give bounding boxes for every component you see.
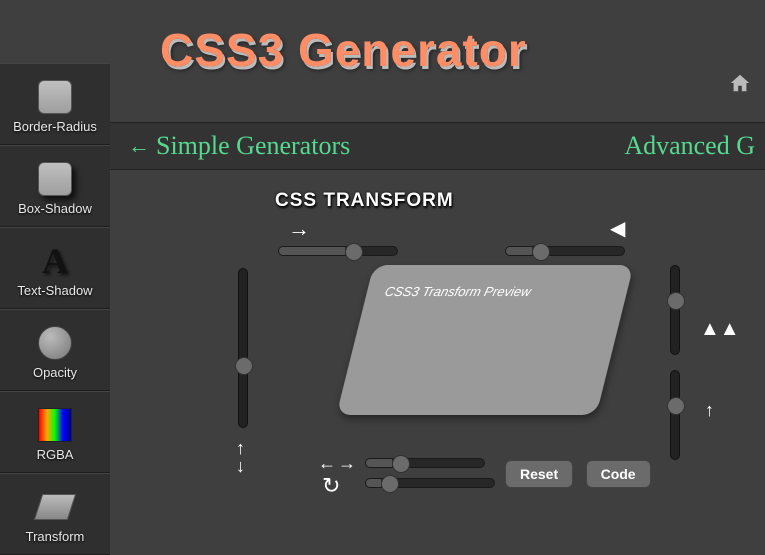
sidebar: Border-Radius Box-Shadow A Text-Shadow O… <box>0 63 110 555</box>
tool-opacity[interactable]: Opacity <box>0 309 110 391</box>
skew-x-slider[interactable] <box>505 246 625 256</box>
reset-button[interactable]: Reset <box>505 460 573 488</box>
arrow-up-icon-2: ↑ <box>705 400 714 421</box>
tool-box-shadow[interactable]: Box-Shadow <box>0 145 110 227</box>
tool-border-radius[interactable]: Border-Radius <box>0 63 110 145</box>
flip-vertical-icon: ▲▲ <box>700 318 740 341</box>
tool-label: RGBA <box>37 447 74 462</box>
translate-x-slider[interactable] <box>365 458 485 468</box>
tool-label: Opacity <box>33 365 77 380</box>
rgba-icon <box>38 408 72 442</box>
refresh-icon[interactable]: ↻ <box>322 473 340 499</box>
skew-y-slider[interactable] <box>670 265 680 355</box>
simple-generators-label: Simple Generators <box>156 131 350 161</box>
arrow-right-icon-2: → <box>338 453 356 474</box>
transform-preview: CSS3 Transform Preview <box>336 265 633 415</box>
rotate-slider[interactable] <box>278 246 398 256</box>
tool-transform[interactable]: Transform <box>0 473 110 555</box>
simple-generators-link[interactable]: ← Simple Generators <box>128 131 350 161</box>
section-title: CSS TRANSFORM <box>275 190 735 212</box>
arrow-down-icon: ↓ <box>236 456 245 477</box>
tool-label: Text-Shadow <box>17 283 92 298</box>
transform-icon <box>34 494 76 520</box>
arrow-left-icon: ← <box>128 133 150 159</box>
text-shadow-icon: A <box>42 240 68 282</box>
tool-label: Transform <box>26 529 85 544</box>
advanced-generators-link[interactable]: Advanced G <box>624 131 755 161</box>
scale-y-slider[interactable] <box>238 268 248 428</box>
preview-label: CSS3 Transform Preview <box>383 284 532 299</box>
arrow-left-icon-2: ← <box>318 453 336 474</box>
app-title: CSS3 Generator <box>160 23 527 77</box>
tool-label: Border-Radius <box>13 119 97 134</box>
header: CSS3 Generator <box>110 0 765 100</box>
opacity-icon <box>38 326 72 360</box>
tool-label: Box-Shadow <box>18 201 92 216</box>
flip-horizontal-icon: ◀ <box>610 216 625 241</box>
scale-x-slider[interactable] <box>365 478 495 488</box>
arrow-right-icon: → <box>288 216 310 242</box>
box-shadow-icon <box>38 162 72 196</box>
translate-y-slider[interactable] <box>670 370 680 460</box>
border-radius-icon <box>38 80 72 114</box>
home-icon[interactable] <box>729 72 751 99</box>
sub-nav: ← Simple Generators Advanced G <box>110 122 765 170</box>
code-button[interactable]: Code <box>586 460 651 488</box>
tool-rgba[interactable]: RGBA <box>0 391 110 473</box>
tool-text-shadow[interactable]: A Text-Shadow <box>0 227 110 309</box>
advanced-generators-label: Advanced G <box>624 131 755 160</box>
main-panel: CSS TRANSFORM → ◀ ↑ ↓ CSS3 Transform Pre… <box>110 170 765 547</box>
